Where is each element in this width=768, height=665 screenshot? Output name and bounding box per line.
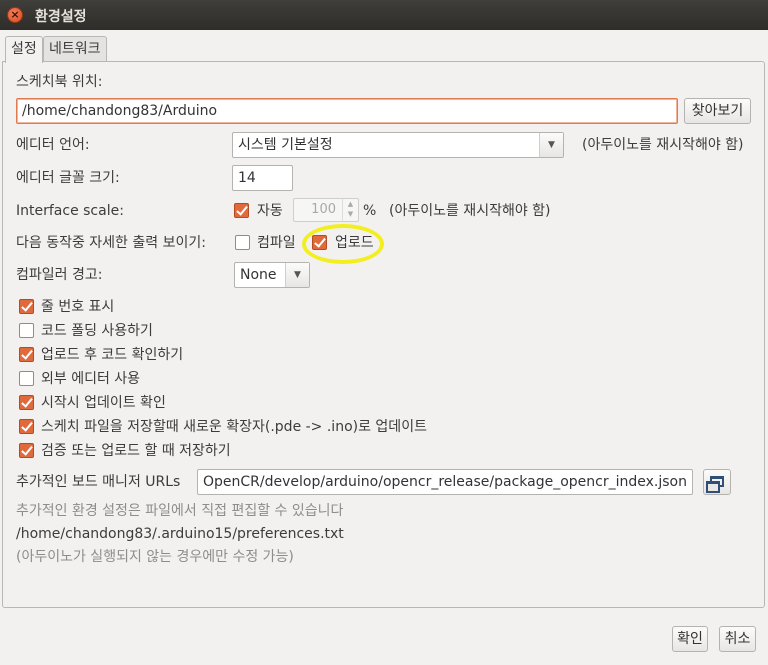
title-bar: × 환경설정 [0,0,768,30]
interface-scale-note: (아두이노를 재시작해야 함) [389,203,551,219]
board-manager-edit-button[interactable] [703,469,731,495]
font-size-input[interactable]: 14 [232,165,293,191]
chevron-down-icon: ▼ [539,133,563,157]
option-label: 줄 번호 표시 [41,299,115,315]
option-label: 검증 또는 업로드 할 때 저장하기 [41,443,231,459]
verbose-output-label: 다음 동작중 자세한 출력 보이기: [16,235,206,251]
info-text: 추가적인 환경 설정은 파일에서 직접 편집할 수 있습니다 [16,503,344,519]
option-checkbox-check-updates[interactable] [19,395,34,410]
option-label: 외부 에디터 사용 [41,371,141,387]
interface-scale-label: Interface scale: [16,203,124,219]
sketchbook-label: 스케치북 위치: [16,74,103,90]
interface-scale-value: 100 [311,202,336,217]
spinner-arrows-icon: ▲ ▼ [342,199,358,221]
option-checkbox-external-editor[interactable] [19,371,34,386]
editor-language-value: 시스템 기본설정 [238,137,333,153]
option-checkbox-line-numbers[interactable] [19,299,34,314]
board-manager-label: 추가적인 보드 매니저 URLs [16,474,181,490]
interface-scale-auto-checkbox[interactable] [234,203,249,218]
verbose-compile-checkbox[interactable] [235,235,250,250]
window-icon [706,476,724,493]
board-manager-urls-input[interactable]: OpenCR/develop/arduino/opencr_release/pa… [197,469,693,495]
interface-scale-auto-label: 자동 [257,203,283,219]
chevron-down-icon: ▼ [285,263,309,287]
compiler-warnings-value: None [240,267,277,283]
option-label: 코드 폴딩 사용하기 [41,323,153,339]
highlight-ring [302,224,384,264]
font-size-label: 에디터 글꼴 크기: [16,170,120,186]
option-checkbox-verify-upload[interactable] [19,347,34,362]
preferences-path: /home/chandong83/.arduino15/preferences.… [16,526,344,542]
compiler-warnings-select[interactable]: None ▼ [234,262,310,288]
cancel-button[interactable]: 취소 [719,626,756,652]
option-checkbox-save-on-verify[interactable] [19,443,34,458]
option-label: 시작시 업데이트 확인 [41,395,166,411]
interface-scale-spinner: 100 ▲ ▼ [293,198,359,222]
option-checkbox-update-extension[interactable] [19,419,34,434]
board-manager-urls-value: OpenCR/develop/arduino/opencr_release/pa… [203,474,687,490]
info-note: (아두이노가 실행되지 않는 경우에만 수정 가능) [16,549,294,565]
tab-settings[interactable]: 설정 [5,36,43,63]
option-checkbox-code-folding[interactable] [19,323,34,338]
interface-scale-unit: % [363,203,377,219]
browse-button[interactable]: 찾아보기 [684,98,751,124]
option-label: 스케치 파일을 저장할때 새로운 확장자(.pde -> .ino)로 업데이트 [41,419,427,435]
compiler-warnings-label: 컴파일러 경고: [16,267,103,283]
editor-language-note: (아두이노를 재시작해야 함) [582,137,744,153]
close-icon[interactable]: × [7,7,23,23]
tab-network[interactable]: 네트워크 [43,36,107,62]
editor-language-label: 에디터 언어: [16,137,90,153]
window-title: 환경설정 [35,9,87,25]
ok-button[interactable]: 확인 [672,626,708,652]
editor-language-select[interactable]: 시스템 기본설정 ▼ [232,132,564,158]
verbose-compile-label: 컴파일 [257,235,296,251]
sketchbook-path-input[interactable]: /home/chandong83/Arduino [16,98,678,124]
option-label: 업로드 후 코드 확인하기 [41,347,184,363]
